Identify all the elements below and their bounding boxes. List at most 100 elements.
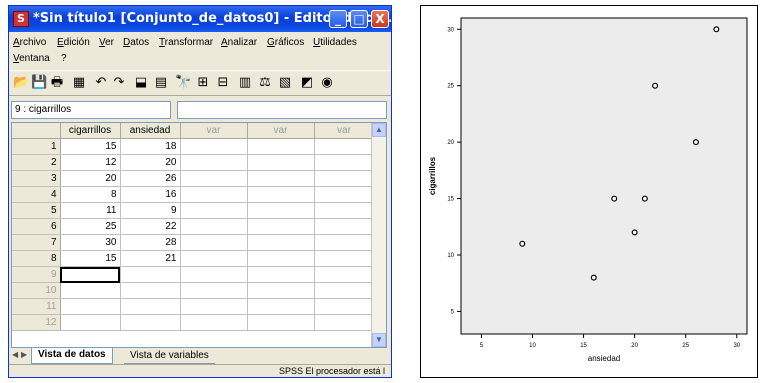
grid-cell[interactable]: 26 (120, 170, 181, 187)
grid-cell[interactable]: 11 (60, 202, 121, 219)
grid-cell[interactable] (314, 170, 375, 187)
dialog-recall-icon[interactable]: ▦ (71, 75, 87, 91)
goto-case-icon[interactable]: ⬓ (133, 75, 149, 91)
find-icon[interactable]: 🔭 (175, 75, 191, 91)
grid-cell[interactable] (314, 218, 375, 235)
menu-datos[interactable]: Datos (123, 37, 149, 48)
use-sets-icon[interactable]: ◉ (319, 75, 335, 91)
grid-cell[interactable] (180, 202, 248, 219)
tab-variable-view[interactable]: Vista de variables (124, 349, 215, 364)
row-number[interactable]: 2 (12, 154, 61, 171)
grid-cell[interactable] (180, 266, 248, 283)
grid-cell[interactable] (247, 138, 315, 155)
variables-icon[interactable]: ▤ (153, 75, 169, 91)
undo-icon[interactable]: ↶ (93, 75, 109, 91)
grid-cell[interactable] (180, 218, 248, 235)
close-button[interactable]: X (371, 10, 389, 28)
open-icon[interactable]: 📂 (13, 75, 29, 91)
grid-cell[interactable] (247, 250, 315, 267)
grid-cell[interactable]: 20 (60, 170, 121, 187)
grid-cell[interactable] (120, 314, 181, 331)
cell-value-input[interactable] (177, 101, 387, 119)
grid-cell[interactable] (314, 234, 375, 251)
grid-cell[interactable]: 30 (60, 234, 121, 251)
row-number[interactable]: 3 (12, 170, 61, 187)
menu-help[interactable]: ? (61, 53, 67, 64)
grid-cell[interactable]: 15 (60, 138, 121, 155)
grid-cell[interactable] (247, 170, 315, 187)
grid-cell[interactable] (180, 154, 248, 171)
tab-data-view[interactable]: Vista de datos (31, 348, 113, 364)
maximize-button[interactable]: □ (350, 10, 368, 28)
grid-cell[interactable] (180, 282, 248, 299)
select-cases-icon[interactable]: ▧ (277, 75, 293, 91)
split-file-icon[interactable]: ▥ (237, 75, 253, 91)
grid-cell[interactable]: 15 (60, 250, 121, 267)
grid-cell[interactable] (314, 250, 375, 267)
vertical-scrollbar[interactable]: ▲ ▼ (371, 123, 386, 347)
grid-cell[interactable] (314, 266, 375, 283)
row-number[interactable]: 4 (12, 186, 61, 203)
grid-cell[interactable] (247, 234, 315, 251)
tab-next-icon[interactable]: ▶ (21, 350, 27, 359)
menu-utilidades[interactable]: Utilidades (313, 37, 357, 48)
grid-cell[interactable]: 25 (60, 218, 121, 235)
value-labels-icon[interactable]: ◩ (299, 75, 315, 91)
grid-cell[interactable]: 9 (120, 202, 181, 219)
scroll-down-icon[interactable]: ▼ (372, 333, 386, 347)
redo-icon[interactable]: ↷ (111, 75, 127, 91)
insert-cases-icon[interactable]: ⊞ (195, 75, 211, 91)
scroll-up-icon[interactable]: ▲ (372, 123, 386, 137)
grid-cell[interactable]: 22 (120, 218, 181, 235)
grid-cell[interactable] (180, 138, 248, 155)
grid-cell[interactable] (180, 298, 248, 315)
grid-cell[interactable]: 8 (60, 186, 121, 203)
grid-cell[interactable] (60, 314, 121, 331)
column-header[interactable]: ansiedad (120, 123, 181, 139)
grid-cell[interactable]: 28 (120, 234, 181, 251)
grid-cell[interactable] (120, 266, 181, 283)
grid-cell[interactable] (180, 170, 248, 187)
grid-cell[interactable] (120, 282, 181, 299)
menu-transformar[interactable]: Transformar (159, 37, 213, 48)
grid-cell[interactable] (60, 298, 121, 315)
grid-cell[interactable] (314, 282, 375, 299)
menu-ver[interactable]: Ver (99, 37, 114, 48)
minimize-button[interactable]: _ (329, 10, 347, 28)
menu-archivo[interactable]: Archivo (13, 37, 46, 48)
row-number[interactable]: 1 (12, 138, 61, 155)
grid-cell[interactable] (247, 282, 315, 299)
column-header[interactable]: cigarrillos (60, 123, 121, 139)
grid-cell[interactable] (247, 186, 315, 203)
title-bar[interactable]: S *Sin título1 [Conjunto_de_datos0] - Ed… (9, 6, 391, 32)
grid-cell[interactable] (247, 298, 315, 315)
row-number[interactable]: 5 (12, 202, 61, 219)
menu-edicion[interactable]: Edición (57, 37, 90, 48)
grid-cell[interactable] (314, 202, 375, 219)
row-number[interactable]: 11 (12, 298, 61, 315)
menu-graficos[interactable]: Gráficos (267, 37, 304, 48)
row-number[interactable]: 9 (12, 266, 61, 283)
row-number[interactable]: 8 (12, 250, 61, 267)
grid-cell[interactable] (247, 314, 315, 331)
grid-cell[interactable] (247, 202, 315, 219)
grid-cell[interactable] (60, 282, 121, 299)
grid-cell[interactable] (314, 138, 375, 155)
row-number[interactable]: 7 (12, 234, 61, 251)
menu-analizar[interactable]: Analizar (221, 37, 257, 48)
grid-cell[interactable] (180, 186, 248, 203)
row-number[interactable]: 6 (12, 218, 61, 235)
grid-cell[interactable]: 16 (120, 186, 181, 203)
grid-cell[interactable]: 20 (120, 154, 181, 171)
column-header[interactable]: var (180, 123, 248, 139)
grid-cell[interactable] (247, 218, 315, 235)
print-icon[interactable]: 🖶 (49, 75, 65, 91)
weight-cases-icon[interactable]: ⚖ (257, 75, 273, 91)
grid-cell[interactable] (314, 154, 375, 171)
grid-cell[interactable] (247, 154, 315, 171)
grid-cell[interactable] (314, 298, 375, 315)
grid-cell[interactable] (180, 250, 248, 267)
tab-prev-icon[interactable]: ◀ (12, 350, 18, 359)
grid-cell[interactable] (60, 266, 121, 283)
column-header[interactable]: var (314, 123, 375, 139)
